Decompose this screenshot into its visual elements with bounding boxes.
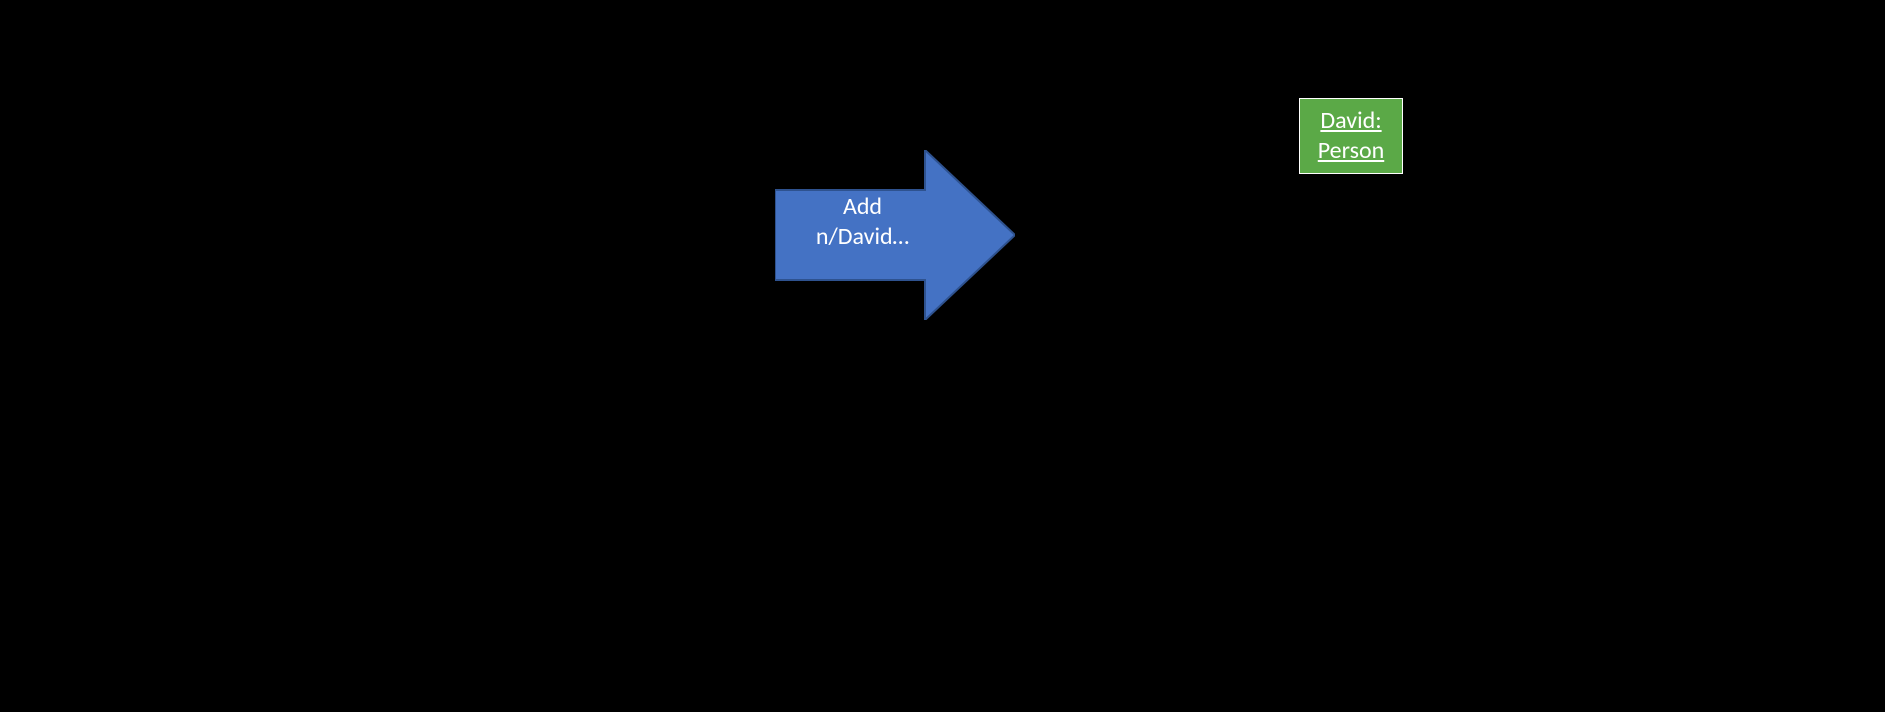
object-type: Person: [1318, 136, 1384, 166]
arrow-label: Add n/David…: [795, 192, 930, 252]
object-name: David:: [1320, 106, 1381, 136]
arrow-label-line2: n/David…: [795, 222, 930, 252]
add-command-arrow: Add n/David…: [775, 150, 1015, 320]
arrow-label-line1: Add: [795, 192, 930, 222]
person-object-box: David: Person: [1299, 98, 1403, 174]
